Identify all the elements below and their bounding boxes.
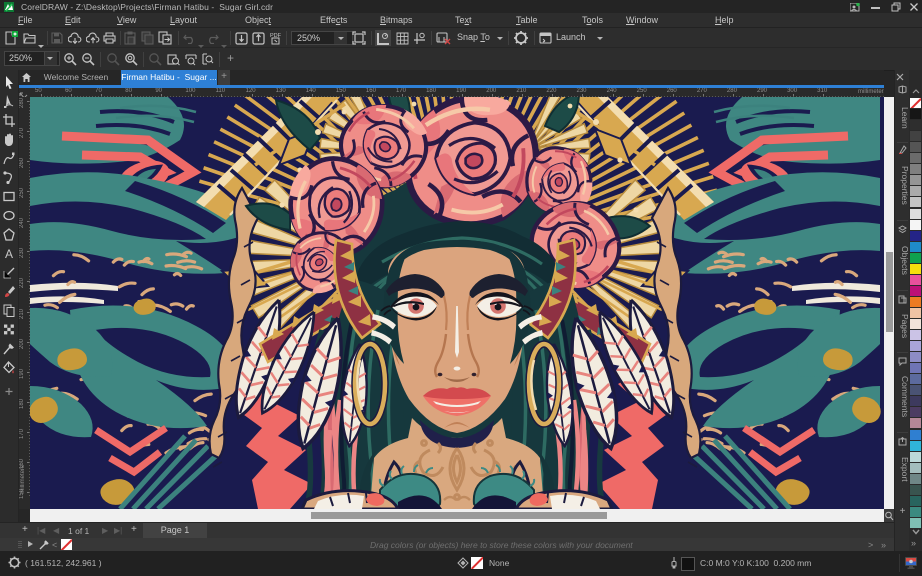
svg-text:A: A [5, 247, 13, 260]
